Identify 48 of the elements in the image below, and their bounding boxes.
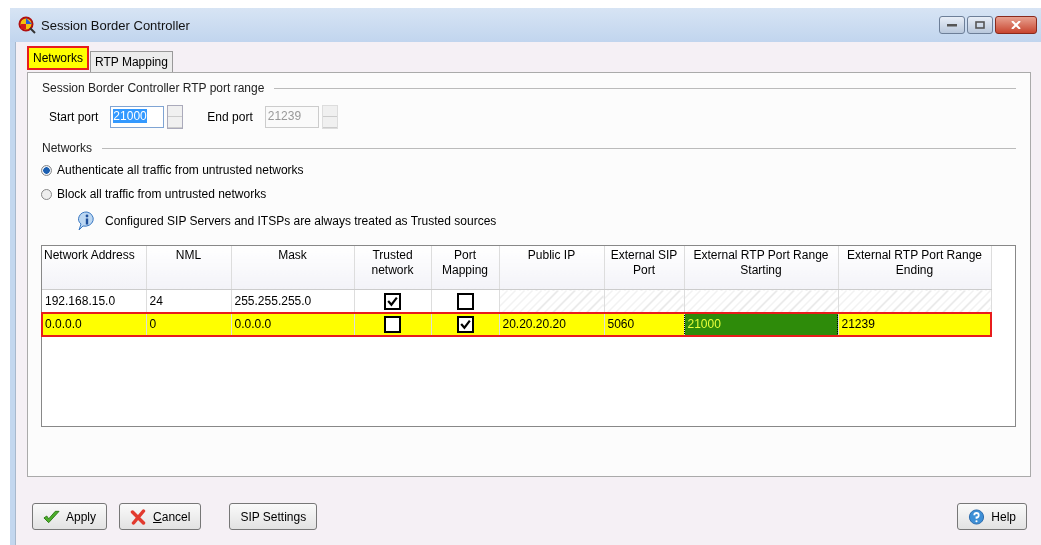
maximize-button[interactable] [967,16,993,34]
help-button[interactable]: Help [957,503,1027,530]
tab[interactable]: RTP Mapping [90,51,173,72]
table-cell[interactable]: 0.0.0.0 [231,312,354,336]
checkbox[interactable] [384,292,401,310]
checkbox[interactable] [456,315,474,333]
field-label: Start port [49,110,99,124]
option-label: Authenticate all traffic from untrusted networks [57,163,304,177]
radio-button[interactable] [41,188,52,200]
cancel-button[interactable]: Cancel [119,503,202,530]
minimize-button[interactable] [939,16,965,34]
close-icon [1011,21,1021,29]
apply-button[interactable]: Apply [32,503,108,530]
column-header[interactable]: Mask [231,246,354,290]
column-header[interactable]: External SIP Port [604,246,684,290]
option-label: Block all traffic from untrusted networks [57,187,267,201]
settings-button[interactable]: SIP Settings [229,503,318,530]
table-cell[interactable]: 0.0.0.0 [42,312,146,336]
app-icon [18,16,36,34]
cross-icon [130,508,148,525]
column-header[interactable]: External RTP Port Range Ending [838,246,991,290]
column-header[interactable]: External RTP Port Range Starting [684,246,838,290]
info-text: Configured SIP Servers and ITSPs are always treated as Trusted sources [105,214,497,228]
table-cell[interactable]: 21239 [838,312,991,336]
table-cell[interactable]: 21000 [684,312,838,336]
checkbox[interactable] [384,315,401,333]
group-heading: Session Border Controller RTP port range [42,81,265,95]
column-header[interactable]: NML [146,246,231,290]
help-icon [968,508,986,525]
group-heading: Networks [42,141,92,155]
minimize-icon [947,21,957,29]
checkbox[interactable] [456,292,474,310]
table-row[interactable]: 0.0.0.0 0 0.0.0.0 20.20.20.20 5060 21000 21239 [42,312,991,336]
table-cell[interactable]: 20.20.20.20 [499,312,604,336]
close-button[interactable] [995,16,1037,34]
table-cell[interactable]: 0 [146,312,231,336]
column-header[interactable]: Network Address [42,246,146,290]
tab[interactable]: Networks [27,46,89,70]
window-title: Session Border Controller [41,17,190,33]
column-header[interactable]: Trusted network [354,246,431,290]
info-icon [77,211,97,231]
radio-button[interactable] [41,164,52,176]
field-label: End port [207,110,253,124]
check-icon [43,508,60,525]
maximize-icon [975,21,985,29]
column-header[interactable]: Public IP [499,246,604,290]
column-header[interactable]: Port Mapping [431,246,499,290]
table-row[interactable]: 192.168.15.0 24 255.255.255.0 [42,289,991,313]
